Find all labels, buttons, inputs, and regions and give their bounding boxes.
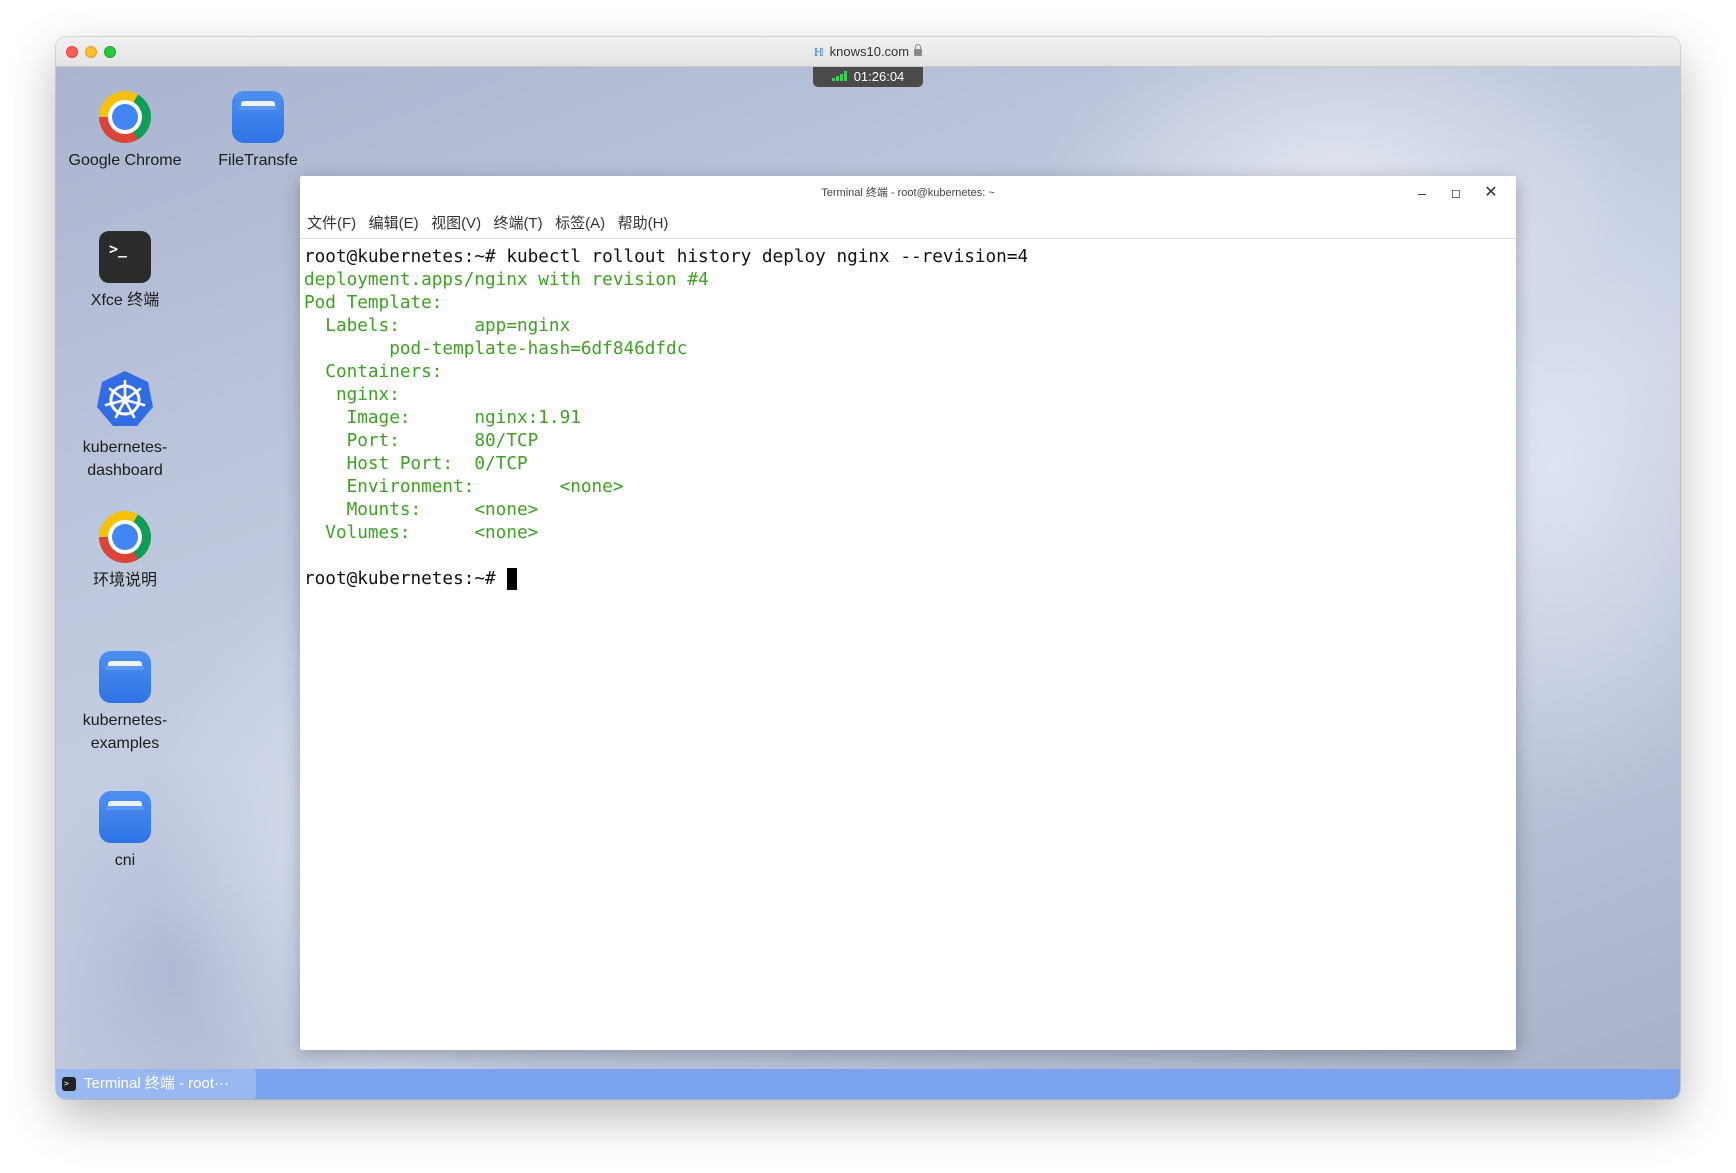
minimize-icon[interactable]: –	[1412, 183, 1432, 203]
terminal-line: pod-template-hash=6df846dfdc	[304, 339, 688, 359]
taskbar: > Terminal 终端 - root···	[56, 1069, 1680, 1099]
folder-icon	[232, 91, 284, 143]
desktop-icon-label: kubernetes- examples	[60, 709, 190, 755]
terminal-line: Image: nginx:1.91	[304, 408, 581, 428]
desktop-icon-xfce-terminal[interactable]: >_ Xfce 终端	[60, 231, 190, 312]
terminal-line: deployment.apps/nginx with revision #4	[304, 270, 709, 290]
label-line-1: kubernetes-	[82, 439, 168, 456]
terminal-title: Terminal 终端 - root@kubernetes: ~	[821, 187, 995, 199]
taskbar-item-label: Terminal 终端 - root···	[84, 1075, 230, 1092]
desktop-icon-label: kubernetes- dashboard	[60, 436, 190, 482]
desktop: 01:26:04 Google Chrome FileTransfe >_ Xf…	[56, 67, 1680, 1069]
lock-icon	[914, 44, 923, 56]
terminal-line: Pod Template:	[304, 293, 443, 313]
terminal-prompt: root@kubernetes:~#	[304, 569, 507, 589]
desktop-icon-env-guide[interactable]: 环境说明	[60, 511, 190, 592]
desktop-icon-label: 环境说明	[92, 572, 157, 589]
session-timer: 01:26:04	[813, 67, 923, 87]
folder-icon	[99, 791, 151, 843]
kubernetes-icon	[97, 371, 153, 426]
terminal-line: Volumes: <none>	[304, 523, 539, 543]
desktop-icon-filetransfer[interactable]: FileTransfe	[193, 91, 323, 172]
label-line-2: examples	[90, 735, 160, 752]
terminal-window[interactable]: Terminal 终端 - root@kubernetes: ~ – ◻ ✕ 文…	[300, 176, 1516, 1050]
terminal-line: Environment: <none>	[304, 477, 624, 497]
remote-desktop-window: ℍknows10.com 01:26:04 Google Chrome File…	[56, 37, 1680, 1099]
menu-edit[interactable]: 编辑(E)	[369, 210, 419, 238]
terminal-line: nginx:	[304, 385, 400, 405]
label-line-1: kubernetes-	[82, 712, 168, 729]
label-line-2: dashboard	[87, 462, 163, 479]
desktop-icon-kubernetes-dashboard[interactable]: kubernetes- dashboard	[60, 369, 190, 482]
terminal-line: Labels: app=nginx	[304, 316, 571, 336]
menu-view[interactable]: 视图(V)	[431, 210, 481, 238]
desktop-icon-label: cni	[114, 852, 136, 869]
taskbar-item-terminal[interactable]: > Terminal 终端 - root···	[56, 1069, 256, 1099]
desktop-icon-cni[interactable]: cni	[60, 791, 190, 872]
terminal-line: Host Port: 0/TCP	[304, 454, 528, 474]
menu-file[interactable]: 文件(F)	[307, 210, 356, 238]
browser-title-bar: ℍknows10.com	[56, 37, 1680, 67]
terminal-line: Port: 80/TCP	[304, 431, 539, 451]
terminal-output[interactable]: root@kubernetes:~# kubectl rollout histo…	[304, 246, 1516, 1050]
desktop-icon-label: Google Chrome	[68, 152, 182, 169]
menu-tabs[interactable]: 标签(A)	[555, 210, 605, 238]
desktop-icon-label: FileTransfe	[218, 152, 298, 169]
terminal-line: root@kubernetes:~# kubectl rollout histo…	[304, 247, 1029, 267]
address-text: knows10.com	[829, 44, 910, 59]
terminal-menubar: 文件(F) 编辑(E) 视图(V) 终端(T) 标签(A) 帮助(H)	[300, 210, 1516, 239]
terminal-line: Mounts: <none>	[304, 500, 539, 520]
site-icon: ℍ	[813, 47, 824, 59]
desktop-icon-kubernetes-examples[interactable]: kubernetes- examples	[60, 651, 190, 755]
terminal-icon: >_	[99, 231, 151, 283]
terminal-cursor	[507, 568, 518, 590]
terminal-prompt-line: root@kubernetes:~#	[304, 568, 1516, 591]
chrome-icon	[99, 91, 151, 143]
terminal-line: Containers:	[304, 362, 443, 382]
menu-help[interactable]: 帮助(H)	[618, 210, 669, 238]
chrome-icon	[99, 511, 151, 563]
folder-icon	[99, 651, 151, 703]
close-icon[interactable]: ✕	[1481, 183, 1501, 203]
desktop-icon-label: Xfce 终端	[90, 292, 160, 309]
signal-icon	[831, 71, 848, 81]
timer-text: 01:26:04	[853, 69, 905, 84]
menu-terminal[interactable]: 终端(T)	[494, 210, 543, 238]
desktop-icon-google-chrome[interactable]: Google Chrome	[60, 91, 190, 172]
terminal-icon: >	[62, 1077, 76, 1091]
address-bar[interactable]: ℍknows10.com	[56, 44, 1680, 59]
maximize-icon[interactable]: ◻	[1446, 183, 1466, 203]
